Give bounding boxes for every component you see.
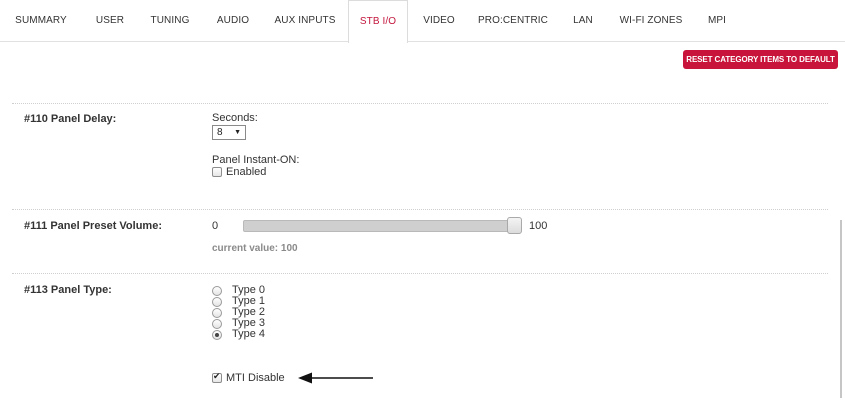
volume-current-value: current value: 100: [212, 243, 298, 254]
volume-slider-track[interactable]: [243, 220, 521, 232]
enabled-checkbox[interactable]: [212, 167, 222, 177]
panel-type-label: #113 Panel Type:: [24, 284, 112, 296]
preset-volume-label: #111 Panel Preset Volume:: [24, 220, 162, 232]
tab-mpi[interactable]: MPI: [702, 0, 732, 42]
tab-aux-inputs[interactable]: AUX INPUTS: [272, 0, 338, 42]
volume-min-label: 0: [212, 220, 219, 232]
tab-summary[interactable]: SUMMARY: [8, 0, 74, 42]
tab-procentric[interactable]: PRO:CENTRIC: [476, 0, 550, 42]
scrollbar[interactable]: [840, 220, 842, 398]
enabled-label: Enabled: [226, 166, 267, 178]
radio-type-3[interactable]: [212, 319, 222, 329]
tab-user[interactable]: USER: [92, 0, 128, 42]
mti-disable-label: MTI Disable: [226, 372, 285, 384]
tab-lan[interactable]: LAN: [568, 0, 598, 42]
arrow-left-icon: [298, 372, 373, 384]
seconds-select[interactable]: 8 ▼: [212, 125, 246, 140]
radio-type-1[interactable]: [212, 297, 222, 307]
tab-tuning[interactable]: TUNING: [146, 0, 194, 42]
tab-video[interactable]: VIDEO: [418, 0, 460, 42]
radio-type-4[interactable]: [212, 330, 222, 340]
radio-type-0[interactable]: [212, 286, 222, 296]
caret-down-icon: ▼: [234, 129, 241, 136]
radio-type-2[interactable]: [212, 308, 222, 318]
reset-category-button[interactable]: RESET CATEGORY ITEMS TO DEFAULT: [683, 50, 838, 69]
radio-label-type-4: Type 4: [232, 328, 266, 340]
tab-bar: SUMMARY USER TUNING AUDIO AUX INPUTS STB…: [0, 0, 845, 43]
instant-on-label: Panel Instant-ON:: [212, 154, 300, 166]
section-divider: [12, 103, 828, 104]
panel-delay-label: #110 Panel Delay:: [24, 113, 117, 125]
seconds-label: Seconds:: [212, 112, 258, 124]
tab-stb-io[interactable]: STB I/O: [348, 0, 408, 43]
tab-audio[interactable]: AUDIO: [212, 0, 254, 42]
section-divider: [12, 209, 828, 210]
volume-slider-handle[interactable]: [507, 217, 522, 234]
volume-max-label: 100: [529, 220, 548, 232]
seconds-value: 8: [217, 127, 223, 138]
mti-disable-checkbox[interactable]: [212, 371, 222, 383]
tab-wifi-zones[interactable]: WI-FI ZONES: [616, 0, 686, 42]
section-divider: [12, 273, 828, 274]
